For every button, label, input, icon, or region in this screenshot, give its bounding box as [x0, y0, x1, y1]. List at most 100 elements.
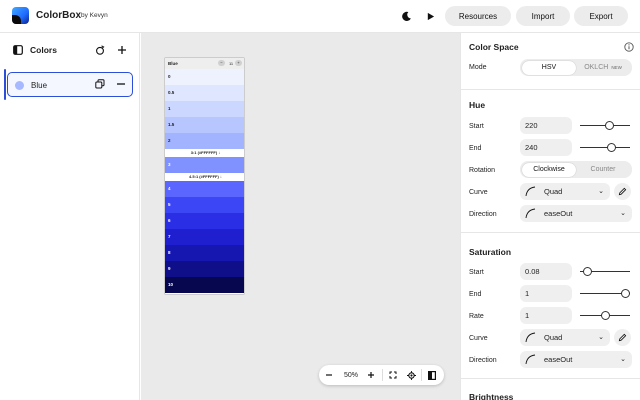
canvas[interactable]: Blue − 11 + 0 0.5 1 1.5 2 3 4 5 6 7 8 9 10 3:1 (#FFF…	[141, 33, 460, 400]
center-view-button[interactable]	[403, 365, 419, 385]
counter-option[interactable]: Counter	[576, 163, 630, 177]
duplicate-button[interactable]	[95, 79, 107, 91]
play-button[interactable]	[422, 8, 438, 24]
zoom-level: 50%	[343, 371, 358, 379]
palette-shade[interactable]: 5	[165, 197, 244, 213]
edit-hue-curve-button[interactable]	[614, 183, 631, 200]
hue-direction-value: easeOut	[544, 209, 573, 218]
shade-label: 1.5	[168, 122, 175, 127]
colorspace-toggle: HSV OKLCH NEW	[520, 59, 632, 76]
divider	[382, 369, 383, 381]
sat-direction-value: easeOut	[544, 355, 573, 364]
sat-rate-input[interactable]: 1	[520, 307, 572, 324]
hue-curve-label: Curve	[469, 189, 488, 196]
theme-toggle-button[interactable]	[398, 8, 414, 24]
mode-label: Mode	[469, 64, 487, 71]
color-swatch	[15, 81, 24, 90]
decrease-steps-button[interactable]: −	[218, 60, 225, 66]
colorspace-title: Color Space	[469, 42, 519, 52]
sat-direction-select[interactable]: easeOut ⌄	[520, 351, 632, 368]
info-button[interactable]	[624, 42, 634, 52]
palette-card[interactable]: Blue − 11 + 0 0.5 1 1.5 2 3 4 5 6 7 8 9 10 3:1 (#FFF…	[164, 57, 245, 295]
hue-curve-select[interactable]: Quad ⌄	[520, 183, 610, 200]
palette-shade[interactable]: 4	[165, 181, 244, 197]
increase-steps-button[interactable]: +	[235, 60, 242, 66]
zoom-out-button[interactable]	[321, 365, 337, 385]
palette-name: Blue	[168, 61, 178, 66]
hue-end-label: End	[469, 145, 482, 152]
hue-end-slider[interactable]	[580, 143, 630, 152]
shade-label: 1	[168, 106, 171, 111]
hue-end-input[interactable]: 240	[520, 139, 572, 156]
oklch-option[interactable]: OKLCH NEW	[576, 61, 630, 75]
curve-icon	[525, 354, 536, 365]
shuffle-icon	[96, 45, 105, 55]
pencil-icon	[618, 333, 627, 342]
slider-thumb[interactable]	[605, 121, 614, 130]
palette-shade[interactable]: 0.5	[165, 85, 244, 101]
zoom-in-button[interactable]	[363, 365, 379, 385]
pencil-icon	[618, 187, 627, 196]
hue-direction-label: Direction	[469, 211, 497, 218]
contrast-marker: 3:1 (#FFFFFF) ↓	[165, 149, 244, 157]
chevron-down-icon: ⌄	[598, 334, 604, 341]
sat-end-slider[interactable]	[580, 289, 630, 298]
palette-shade[interactable]: 9	[165, 261, 244, 277]
sat-direction-label: Direction	[469, 357, 497, 364]
hue-start-input[interactable]: 220	[520, 117, 572, 134]
sat-end-label: End	[469, 291, 482, 298]
add-color-button[interactable]	[115, 43, 129, 57]
moon-icon	[401, 11, 411, 21]
app-title: ColorBox	[36, 10, 81, 21]
hue-direction-select[interactable]: easeOut ⌄	[520, 205, 632, 222]
sat-start-input[interactable]: 0.08	[520, 263, 572, 280]
hsv-option[interactable]: HSV	[522, 60, 576, 75]
slider-thumb[interactable]	[600, 311, 610, 320]
random-color-button[interactable]	[93, 43, 107, 57]
clockwise-option[interactable]: Clockwise	[522, 162, 576, 177]
palette-shade[interactable]: 8	[165, 245, 244, 261]
sat-curve-value: Quad	[544, 333, 563, 342]
slider-thumb[interactable]	[583, 267, 593, 276]
export-button[interactable]: Export	[574, 6, 628, 26]
divider	[461, 89, 640, 90]
slider-thumb[interactable]	[621, 289, 630, 298]
sat-end-input[interactable]: 1	[520, 285, 572, 302]
palette-header: Blue − 11 +	[165, 58, 244, 69]
minus-icon	[326, 374, 332, 376]
edit-sat-curve-button[interactable]	[614, 329, 631, 346]
plus-icon	[368, 372, 374, 378]
palette-shade[interactable]: 7	[165, 229, 244, 245]
resources-button[interactable]: Resources	[445, 6, 511, 26]
hue-start-slider[interactable]	[580, 121, 630, 130]
slider-thumb[interactable]	[607, 143, 617, 152]
target-icon	[406, 370, 416, 380]
shade-label: 5	[168, 202, 171, 207]
palette-shade[interactable]: 1.5	[165, 117, 244, 133]
palette-shade[interactable]: 10	[165, 277, 244, 293]
palette-shade[interactable]: 2	[165, 133, 244, 149]
palette-shade[interactable]: 0	[165, 69, 244, 85]
brightness-title: Brightness	[469, 392, 514, 400]
curve-icon	[525, 332, 536, 343]
sat-start-slider[interactable]	[580, 267, 630, 276]
palette-shade[interactable]: 6	[165, 213, 244, 229]
import-button[interactable]: Import	[516, 6, 570, 26]
shade-label: 6	[168, 218, 171, 223]
plus-icon	[118, 46, 126, 54]
step-count: 11	[229, 60, 234, 66]
sat-curve-label: Curve	[469, 335, 488, 342]
sidebar-item-blue[interactable]: Blue	[7, 72, 133, 97]
minimap-button[interactable]	[424, 365, 440, 385]
palette-shade[interactable]: 1	[165, 101, 244, 117]
remove-color-button[interactable]	[116, 79, 128, 91]
oklch-label: OKLCH	[584, 63, 609, 71]
new-badge: NEW	[611, 64, 622, 70]
palette-shade[interactable]: 3	[165, 157, 244, 173]
sidebar-toggle-button[interactable]	[11, 43, 25, 57]
sat-curve-select[interactable]: Quad ⌄	[520, 329, 610, 346]
shade-label: 9	[168, 266, 171, 271]
sat-rate-slider[interactable]	[580, 311, 630, 320]
play-icon	[427, 12, 434, 20]
fit-view-button[interactable]	[385, 365, 401, 385]
